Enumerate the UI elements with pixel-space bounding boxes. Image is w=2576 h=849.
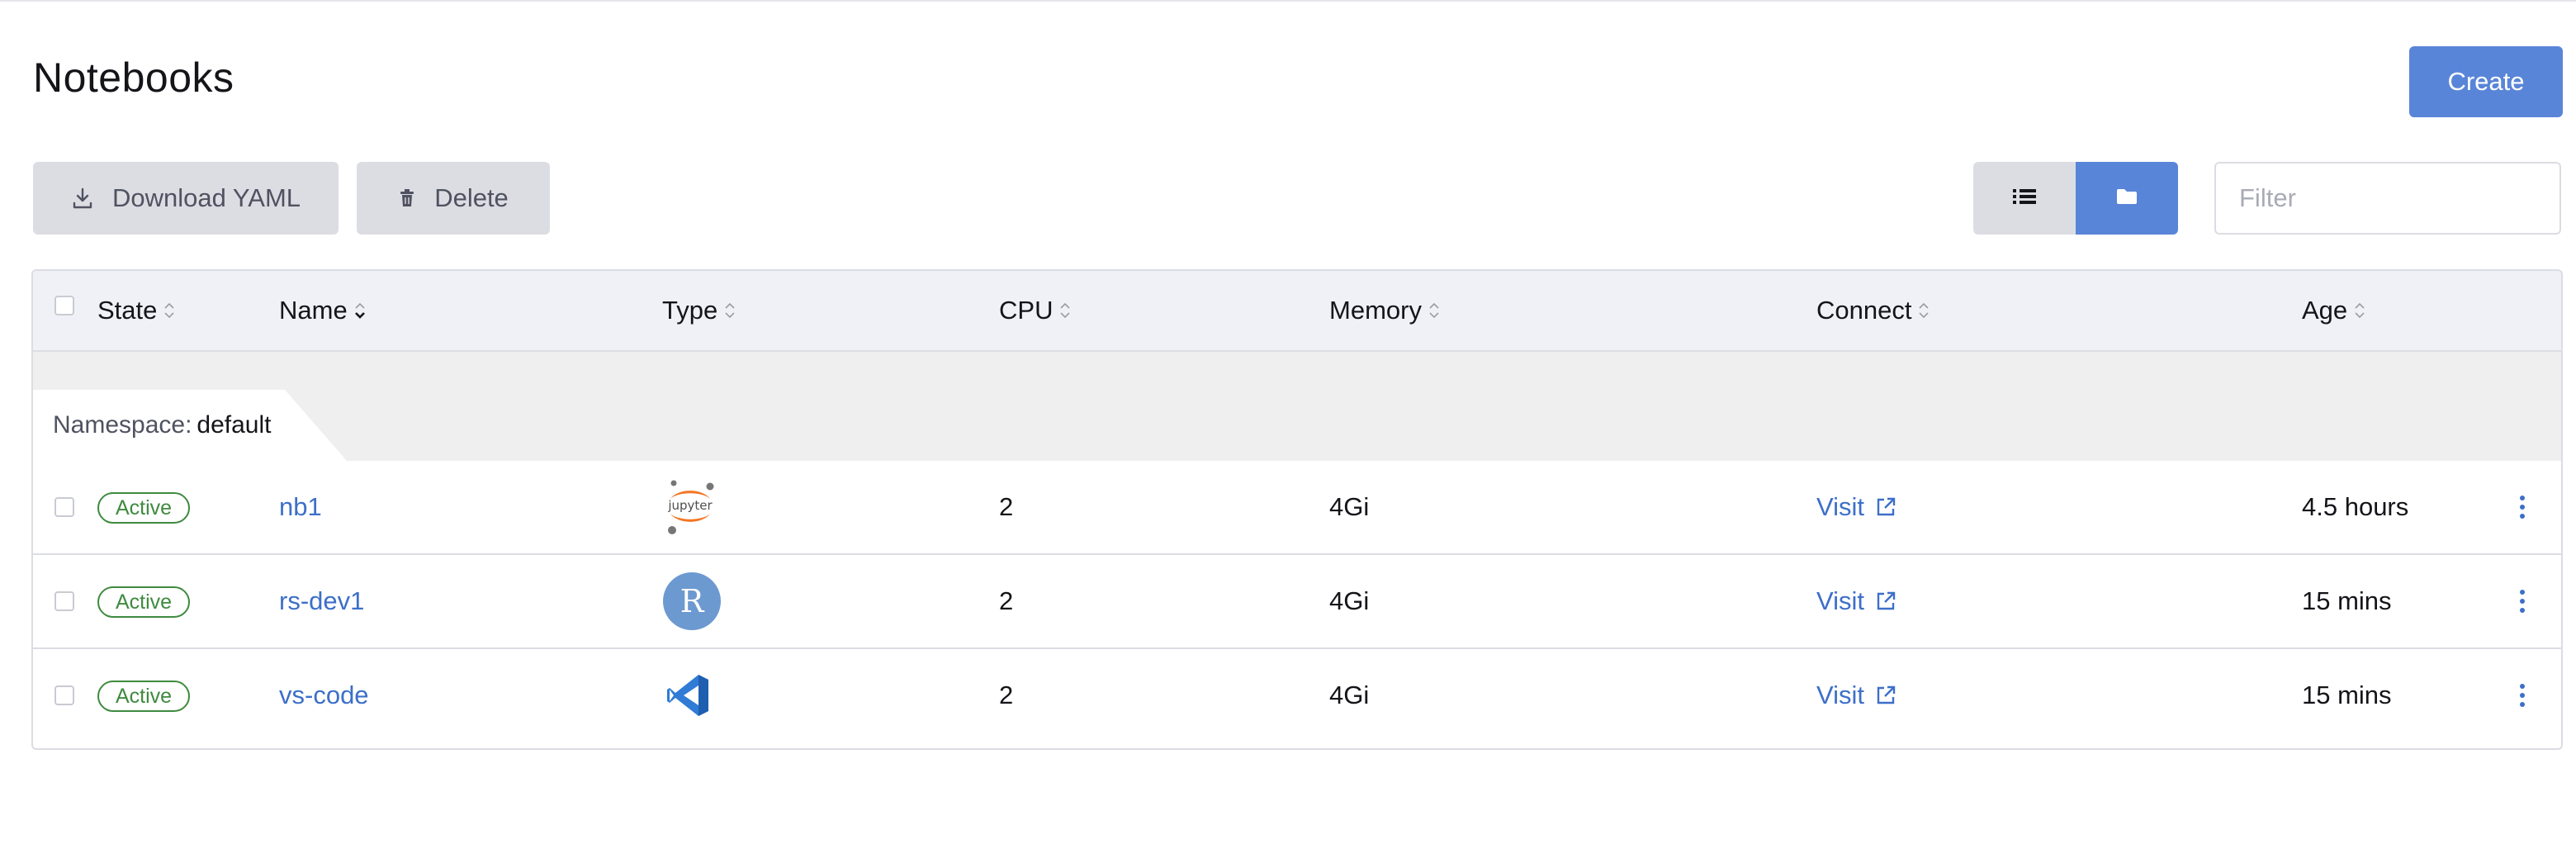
external-link-icon <box>1877 591 1896 610</box>
table-header: State Name Type CPU Memory Connect Age <box>33 271 2561 352</box>
download-icon <box>71 187 94 210</box>
cpu-value: 2 <box>999 586 1014 615</box>
delete-label: Delete <box>434 183 509 212</box>
trash-icon <box>398 188 416 208</box>
column-header-type[interactable]: Type <box>662 271 737 350</box>
delete-button[interactable]: Delete <box>357 162 550 235</box>
visit-link[interactable]: Visit <box>1816 461 1897 553</box>
svg-text:R: R <box>680 583 705 619</box>
sort-icon <box>162 299 177 322</box>
column-header-connect[interactable]: Connect <box>1816 271 1931 350</box>
column-header-cpu[interactable]: CPU <box>999 271 1073 350</box>
table-row: Active vs-code 2 4Gi Visit 15 mins <box>33 649 2561 743</box>
notebook-name-link[interactable]: vs-code <box>279 649 369 742</box>
sort-icon <box>722 299 737 322</box>
row-actions-menu-icon[interactable] <box>2510 461 2535 553</box>
age-value: 15 mins <box>2302 681 2392 709</box>
create-button-label: Create <box>2447 67 2525 96</box>
column-header-name[interactable]: Name <box>279 271 367 350</box>
list-icon <box>2012 187 2037 211</box>
folder-icon <box>2115 187 2138 211</box>
memory-value: 4Gi <box>1329 681 1370 709</box>
memory-value: 4Gi <box>1329 586 1370 615</box>
column-header-memory[interactable]: Memory <box>1329 271 1442 350</box>
sort-descending-icon <box>353 299 367 322</box>
download-yaml-label: Download YAML <box>111 183 301 212</box>
visit-link[interactable]: Visit <box>1816 649 1897 742</box>
status-badge: Active <box>97 586 191 618</box>
table-row: Active rs-dev1 R 2 4Gi Visit 15 mins <box>33 555 2561 649</box>
download-yaml-button[interactable]: Download YAML <box>33 162 339 235</box>
notebooks-table: State Name Type CPU Memory Connect Age N… <box>31 269 2563 750</box>
column-label: Age <box>2302 296 2348 325</box>
top-divider <box>0 0 2576 2</box>
notebook-name-link[interactable]: rs-dev1 <box>279 555 364 647</box>
column-header-age[interactable]: Age <box>2302 271 2367 350</box>
list-view-button[interactable] <box>1973 162 2076 235</box>
namespace-group-header: Namespace: default <box>33 352 2561 461</box>
visit-label: Visit <box>1816 492 1865 521</box>
column-header-state[interactable]: State <box>97 271 177 350</box>
sort-icon <box>1916 299 1931 322</box>
external-link-icon <box>1877 685 1896 704</box>
visit-label: Visit <box>1816 681 1865 709</box>
external-link-icon <box>1877 497 1896 516</box>
jupyter-logo-icon: jupyter <box>662 461 718 553</box>
column-label: CPU <box>999 296 1054 325</box>
vscode-logo-icon <box>665 649 712 742</box>
column-label: State <box>97 296 158 325</box>
cpu-value: 2 <box>999 492 1014 521</box>
row-checkbox[interactable] <box>54 591 74 611</box>
sort-icon <box>2352 299 2367 322</box>
column-label: Name <box>279 296 348 325</box>
page-title: Notebooks <box>33 55 234 101</box>
namespace-value: default <box>197 411 272 439</box>
column-label: Memory <box>1329 296 1422 325</box>
row-actions-menu-icon[interactable] <box>2510 649 2535 742</box>
row-checkbox[interactable] <box>54 685 74 705</box>
namespace-group-label: Namespace: default <box>53 390 272 461</box>
column-label: Type <box>662 296 718 325</box>
group-view-button[interactable] <box>2076 162 2178 235</box>
age-value: 15 mins <box>2302 586 2392 615</box>
table-row: Active nb1 jupyter 2 4Gi Visit 4.5 hours <box>33 461 2561 555</box>
age-value: 4.5 hours <box>2302 492 2409 521</box>
view-mode-toggle <box>1973 162 2178 235</box>
memory-value: 4Gi <box>1329 492 1370 521</box>
cpu-value: 2 <box>999 681 1014 709</box>
r-logo-icon: R <box>662 555 722 647</box>
sort-icon <box>1058 299 1073 322</box>
row-checkbox[interactable] <box>54 497 74 517</box>
row-actions-menu-icon[interactable] <box>2510 555 2535 647</box>
column-label: Connect <box>1816 296 1912 325</box>
status-badge: Active <box>97 681 191 712</box>
svg-text:jupyter: jupyter <box>667 498 713 513</box>
notebook-name-link[interactable]: nb1 <box>279 461 322 553</box>
visit-link[interactable]: Visit <box>1816 555 1897 647</box>
visit-label: Visit <box>1816 586 1865 615</box>
status-badge: Active <box>97 492 191 524</box>
create-button[interactable]: Create <box>2409 46 2563 117</box>
sort-icon <box>1427 299 1442 322</box>
filter-input[interactable] <box>2214 162 2561 235</box>
select-all-checkbox[interactable] <box>54 296 74 315</box>
namespace-key: Namespace: <box>53 411 192 439</box>
